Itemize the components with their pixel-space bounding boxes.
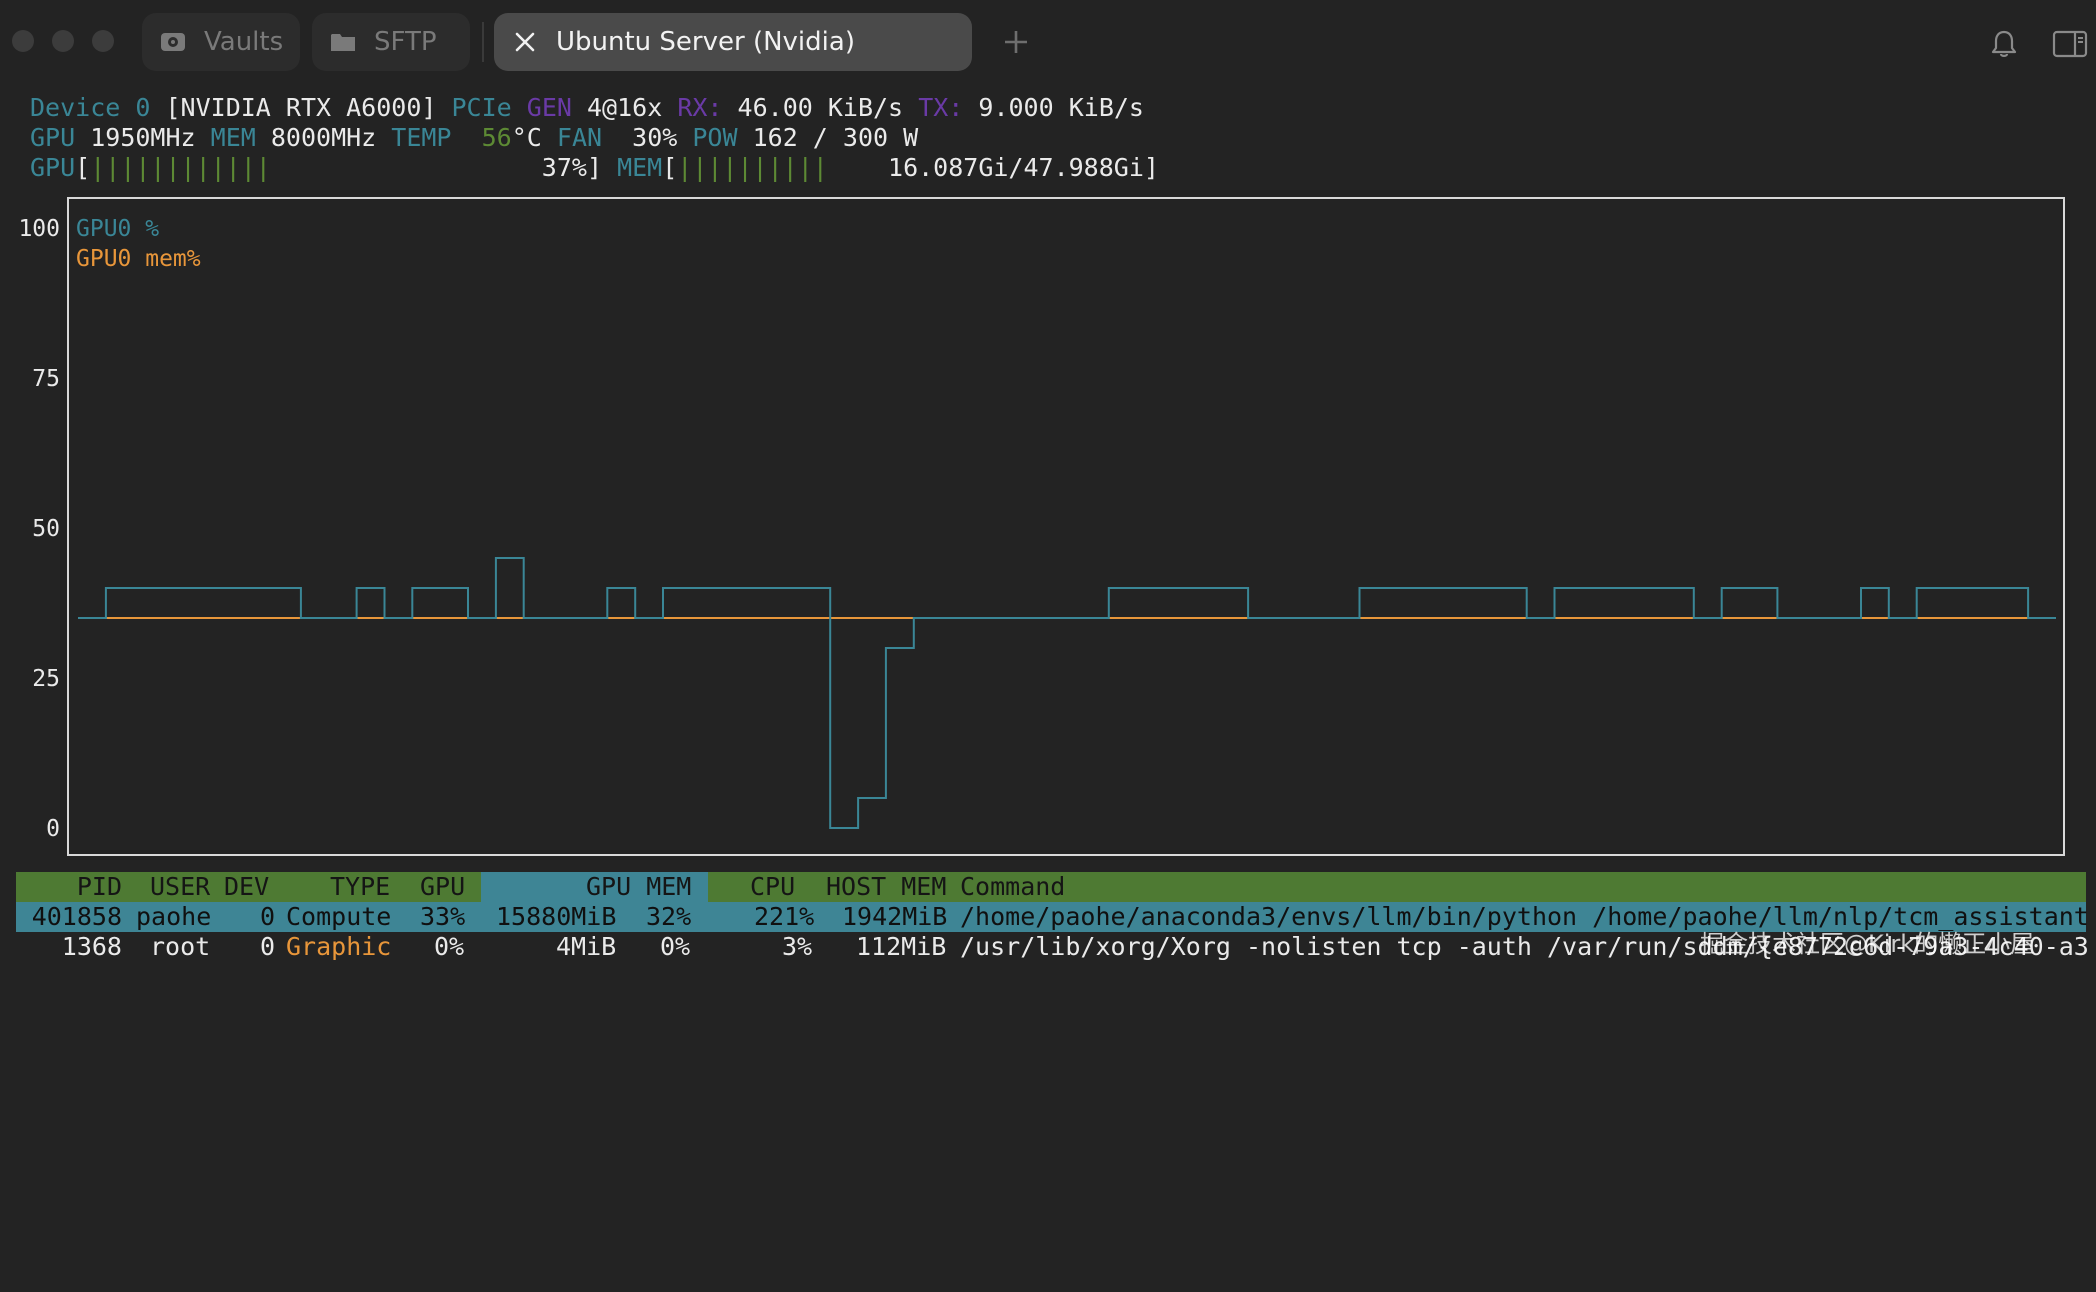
col-cpu[interactable]: CPU	[750, 872, 795, 902]
process-pid: 401858	[31, 902, 122, 931]
process-gpu: 0%	[434, 932, 465, 961]
process-host-mem: 1942MiB	[842, 902, 948, 931]
y-tick-label: 25	[32, 666, 60, 692]
process-dev: 0	[260, 902, 276, 931]
col-user[interactable]: USER	[150, 872, 210, 902]
title-bar: Vaults SFTP Ubuntu Server (Nvidia)	[0, 0, 2096, 84]
process-gpu: 33%	[420, 902, 466, 931]
col-dev[interactable]: DEV	[224, 872, 269, 902]
close-window-button[interactable]	[12, 30, 34, 52]
process-user: paohe	[136, 902, 212, 931]
terminal[interactable]: Device 0 [NVIDIA RTX A6000] PCIe GEN 4@1…	[0, 84, 2096, 984]
y-tick-label: 75	[32, 366, 60, 392]
series-line-gpu-percent	[78, 557, 2056, 829]
tab-ubuntu-server[interactable]: Ubuntu Server (Nvidia)	[494, 13, 972, 71]
process-user: root	[150, 932, 211, 961]
process-cpu: 3%	[782, 932, 813, 961]
legend-gpu-mem-percent: GPU0 mem%	[76, 246, 201, 272]
process-gpu-mem: 15880MiB	[496, 902, 617, 931]
y-tick-label: 0	[46, 816, 60, 842]
process-type: Compute	[286, 902, 392, 931]
bell-icon	[1991, 30, 2017, 57]
sidebar-toggle-button[interactable]	[2050, 24, 2090, 64]
minimize-window-button[interactable]	[52, 30, 74, 52]
y-tick-label: 50	[32, 516, 60, 542]
tab-vaults[interactable]: Vaults	[142, 13, 300, 71]
new-tab-button[interactable]	[996, 22, 1036, 62]
process-gpu-mem-pct: 32%	[646, 902, 692, 931]
tab-label: SFTP	[374, 27, 437, 57]
zoom-window-button[interactable]	[92, 30, 114, 52]
notifications-button[interactable]	[1984, 24, 2024, 64]
col-type[interactable]: TYPE	[330, 872, 390, 902]
tab-divider	[482, 22, 484, 62]
process-gpu-mem-pct: 0%	[660, 932, 691, 961]
close-icon[interactable]	[508, 25, 542, 59]
legend-gpu-percent: GPU0 %	[76, 216, 159, 242]
tab-label: Vaults	[204, 27, 284, 57]
col-command[interactable]: Command	[960, 872, 1065, 902]
tab-label: Ubuntu Server (Nvidia)	[556, 27, 855, 57]
process-table-header: PID USER DEV TYPE GPU GPU MEM CPU HOST M…	[16, 872, 2086, 902]
vault-icon	[156, 25, 190, 59]
gpu-usage-chart: 100 75 50 25 0 GPU0 % GPU0 mem%	[18, 197, 2065, 856]
col-pid[interactable]: PID	[32, 872, 122, 902]
process-cpu: 221%	[754, 902, 815, 931]
chart-frame	[67, 197, 2065, 856]
process-gpu-mem: 4MiB	[556, 932, 617, 961]
plus-icon	[1005, 31, 1027, 53]
tab-sftp[interactable]: SFTP	[312, 13, 470, 71]
col-gpu-mem[interactable]: GPU MEM	[586, 872, 691, 902]
process-type: Graphic	[286, 932, 392, 961]
y-tick-label: 100	[18, 216, 60, 242]
process-dev: 0	[260, 932, 276, 961]
sidebar-panel-icon	[2052, 30, 2088, 58]
col-host-mem[interactable]: HOST MEM	[826, 872, 946, 902]
process-host-mem: 112MiB	[856, 932, 947, 961]
process-pid: 1368	[61, 932, 122, 961]
folder-icon	[326, 25, 360, 59]
col-gpu[interactable]: GPU	[420, 872, 465, 902]
watermark: 掘金技术社区@Kirk的懒正小屋	[1700, 930, 2035, 958]
